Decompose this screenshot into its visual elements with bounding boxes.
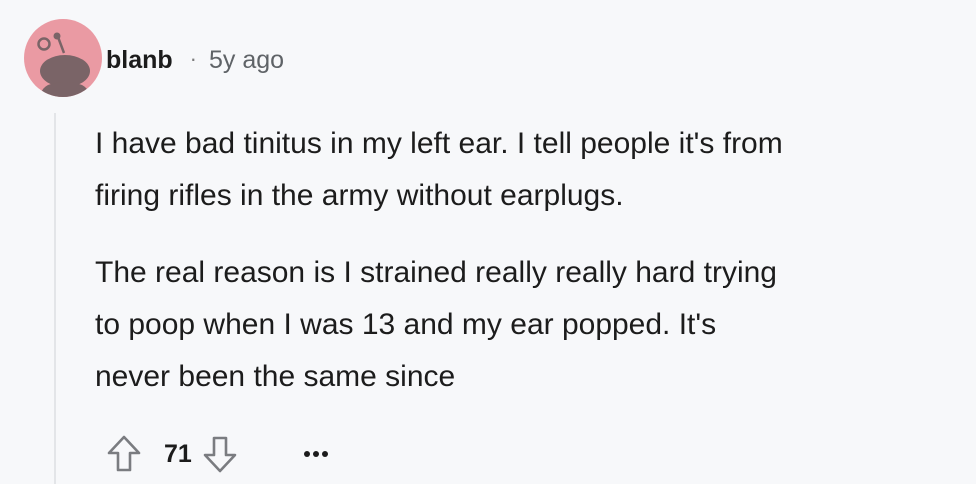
comment-body: I have bad tinitus in my left ear. I tel… <box>95 118 955 403</box>
comment-paragraph: I have bad tinitus in my left ear. I tel… <box>95 118 955 222</box>
more-options-icon <box>303 451 328 457</box>
comment-line: I have bad tinitus in my left ear. I tel… <box>95 127 783 160</box>
more-options-button[interactable] <box>296 432 336 476</box>
comment: blanb · 5y ago I have bad tinitus in my … <box>0 0 976 484</box>
timestamp[interactable]: 5y ago <box>209 46 284 75</box>
upvote-button[interactable] <box>104 432 144 476</box>
vote-score: 71 <box>164 439 192 468</box>
downvote-button[interactable] <box>200 432 240 476</box>
comment-line: firing rifles in the army without earplu… <box>95 179 624 212</box>
comment-actions: 71 <box>104 432 336 476</box>
comment-line: never been the same since <box>95 360 456 393</box>
comment-paragraph: The real reason is I strained really rea… <box>95 247 955 403</box>
username[interactable]: blanb <box>106 46 173 75</box>
downvote-arrow-icon <box>203 436 237 473</box>
user-avatar[interactable] <box>24 19 102 97</box>
upvote-arrow-icon <box>107 435 141 472</box>
comment-header: blanb · 5y ago <box>106 42 284 78</box>
snoo-avatar-icon <box>24 19 102 97</box>
meta-separator: · <box>189 46 197 71</box>
comment-line: to poop when I was 13 and my ear popped.… <box>95 308 717 341</box>
thread-line[interactable] <box>54 113 56 484</box>
comment-line: The real reason is I strained really rea… <box>95 256 777 289</box>
